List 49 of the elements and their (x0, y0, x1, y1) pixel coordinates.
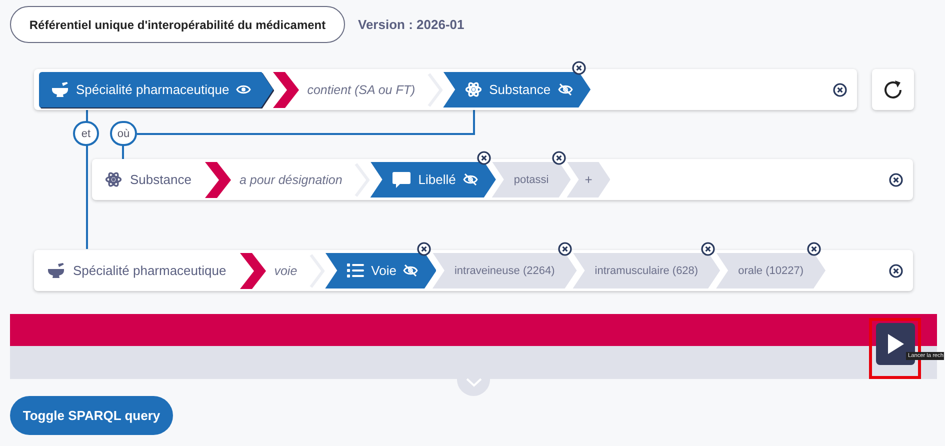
subject-chip[interactable]: Spécialité pharmaceutique (39, 72, 274, 108)
chevron-icon (205, 162, 232, 198)
chevron-icon (240, 252, 266, 288)
close-icon[interactable] (806, 242, 821, 256)
subject-chip[interactable]: Spécialité pharmaceutique (39, 262, 240, 278)
predicate-label[interactable]: contient (SA ou FT) (299, 82, 428, 96)
chevron-icon (309, 252, 326, 288)
close-icon[interactable] (889, 264, 903, 278)
app-title[interactable]: Référentiel unique d'interopérabilité du médicament (10, 6, 345, 43)
eye-icon[interactable] (236, 84, 252, 95)
close-icon[interactable] (552, 150, 566, 164)
chevron-icon (354, 162, 370, 198)
toggle-sparql-button[interactable]: Toggle SPARQL query (10, 396, 173, 435)
close-icon[interactable] (476, 150, 491, 164)
refresh-icon (882, 78, 904, 100)
eye-slash-icon[interactable] (462, 173, 478, 186)
value-chip[interactable]: orale (10227) (716, 252, 826, 288)
value-chip[interactable]: intraveineuse (2264) (432, 252, 577, 288)
play-icon (886, 333, 904, 355)
chevron-icon (427, 72, 444, 108)
connector-label[interactable]: où (110, 121, 137, 146)
object-chip[interactable]: Substance (443, 72, 591, 108)
close-icon[interactable] (833, 82, 847, 96)
add-chip[interactable]: + (566, 162, 610, 198)
value-chip[interactable]: potassi (492, 162, 571, 198)
mortar-icon (51, 82, 69, 98)
atom-icon (105, 171, 122, 188)
close-icon[interactable] (889, 172, 903, 186)
value-chip[interactable]: intramusculaire (628) (572, 252, 720, 288)
predicate-label[interactable]: a pour désignation (231, 172, 354, 186)
eye-slash-icon[interactable] (558, 83, 573, 96)
close-icon[interactable] (558, 242, 572, 256)
list-icon (347, 263, 364, 278)
connector-label[interactable]: et (73, 121, 99, 146)
close-icon[interactable] (701, 242, 716, 256)
subject-chip[interactable]: Substance (97, 171, 206, 188)
predicate-label[interactable]: voie (266, 264, 310, 278)
eye-slash-icon[interactable] (403, 264, 418, 277)
object-chip[interactable]: Voie (325, 252, 436, 288)
chevron-icon (273, 72, 300, 108)
chevron-down-icon (466, 378, 482, 387)
refresh-button[interactable] (872, 69, 914, 110)
version-label: Version : 2026-01 (358, 17, 464, 32)
object-chip[interactable]: Libellé (370, 162, 496, 198)
mortar-icon (47, 262, 65, 278)
close-icon[interactable] (417, 242, 432, 256)
close-icon[interactable] (572, 60, 586, 74)
atom-icon (465, 81, 482, 98)
speech-bubble-icon (392, 170, 412, 188)
